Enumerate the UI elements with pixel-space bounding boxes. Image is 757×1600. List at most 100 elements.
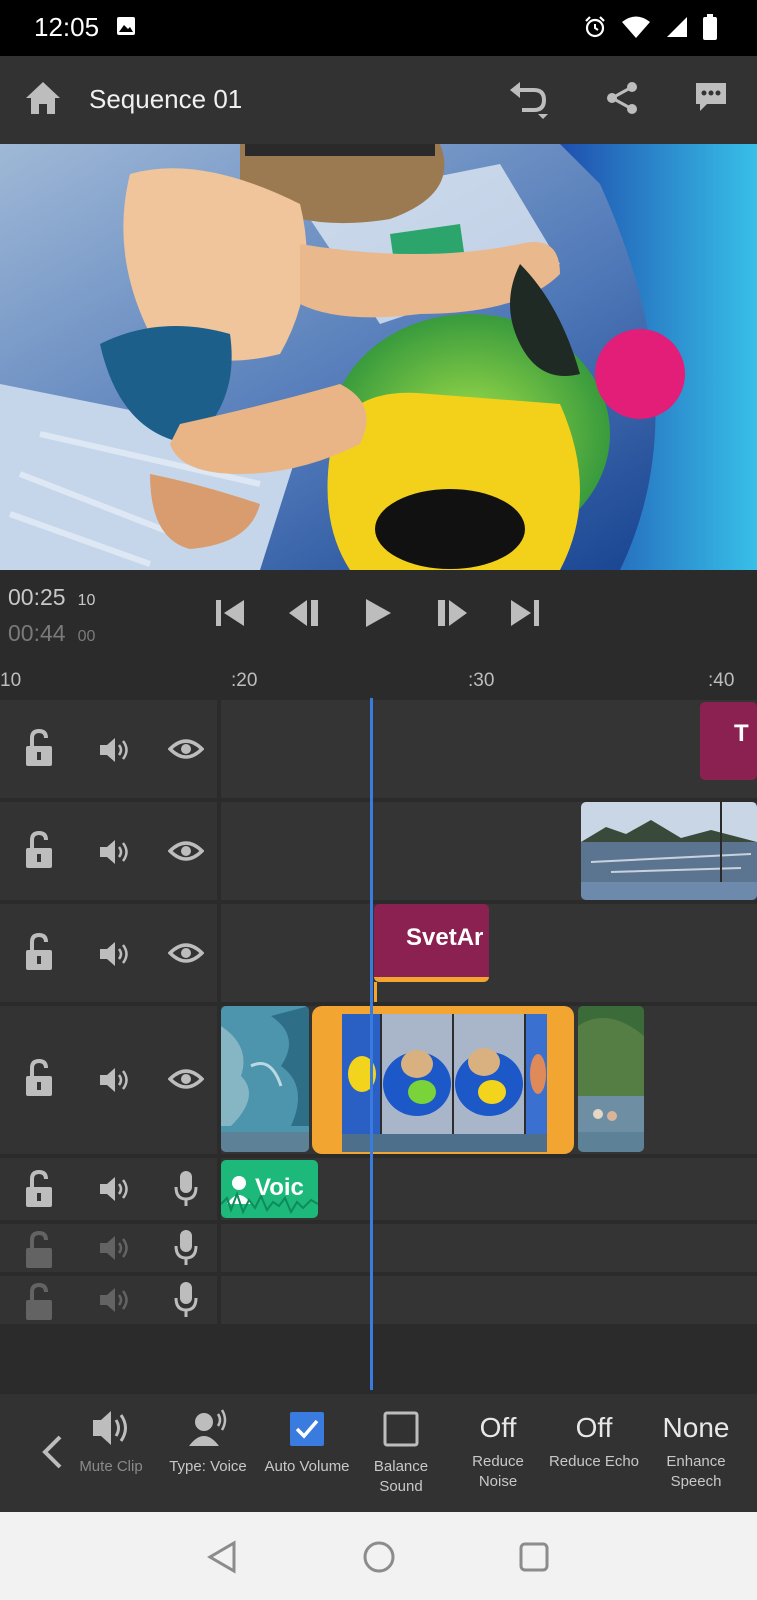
step-back-icon[interactable]	[287, 598, 321, 628]
nav-recents-icon[interactable]	[518, 1541, 550, 1573]
enhance-speech-button[interactable]: None Enhance Speech	[650, 1404, 742, 1492]
timeline-ruler[interactable]: 10 :20 :30 :40	[0, 652, 757, 698]
speaker-icon[interactable]	[98, 1066, 132, 1094]
microphone-icon[interactable]	[174, 1229, 198, 1267]
signal-icon	[667, 17, 687, 37]
track-lane-v4[interactable]: T	[221, 700, 757, 798]
eye-icon[interactable]	[168, 737, 204, 761]
checkbox-checked-icon	[290, 1412, 324, 1446]
alarm-icon	[585, 16, 605, 38]
speaker-icon[interactable]	[98, 1286, 132, 1314]
ruler-tick: 10	[0, 670, 22, 691]
eye-icon[interactable]	[168, 941, 204, 965]
title-link-line	[374, 982, 377, 1002]
status-bar: 12:05	[0, 0, 757, 56]
auto-volume-checkbox[interactable]: Auto Volume	[261, 1404, 353, 1477]
share-icon[interactable]	[604, 80, 640, 116]
eye-icon[interactable]	[168, 839, 204, 863]
track-lane-v1[interactable]	[221, 1006, 757, 1154]
sequence-title[interactable]: Sequence 01	[89, 84, 242, 115]
unlock-icon[interactable]	[24, 830, 54, 870]
unlock-icon[interactable]	[24, 1282, 54, 1322]
transport-controls: 00:25 10 00:44 00	[0, 570, 757, 652]
speaker-icon[interactable]	[98, 1175, 132, 1203]
speaker-icon	[93, 1411, 127, 1445]
auto-volume-label: Auto Volume	[264, 1458, 350, 1475]
ruler-tick: :20	[231, 670, 258, 691]
undo-icon[interactable]	[508, 80, 552, 120]
checkbox-empty-icon	[383, 1411, 419, 1447]
speaker-icon[interactable]	[98, 940, 132, 968]
balance-sound-checkbox[interactable]: Balance Sound	[355, 1404, 447, 1497]
step-forward-icon[interactable]	[435, 598, 469, 628]
image-notification-icon	[117, 17, 135, 35]
person-voice-icon	[189, 1409, 227, 1446]
unlock-icon[interactable]	[24, 1169, 54, 1209]
landscape-thumbnail	[581, 802, 757, 900]
balance-sound-label: Balance Sound	[373, 1458, 429, 1495]
skip-to-start-icon[interactable]	[214, 598, 246, 628]
comments-icon[interactable]	[693, 80, 729, 116]
track-lane-v3[interactable]	[221, 802, 757, 900]
track-lane-v2[interactable]: SvetAr	[221, 904, 757, 1002]
ruler-tick: :30	[468, 670, 495, 691]
selected-video-clip[interactable]	[312, 1006, 574, 1154]
type-voice-button[interactable]: Type: Voice	[162, 1404, 254, 1477]
nav-home-icon[interactable]	[362, 1540, 396, 1574]
current-time: 00:25	[8, 584, 66, 610]
current-frames: 10	[77, 592, 96, 609]
track-header-a2	[0, 1224, 217, 1272]
island-clip[interactable]	[578, 1006, 644, 1152]
speaker-icon[interactable]	[98, 1234, 132, 1262]
underwater-clip[interactable]	[221, 1006, 309, 1152]
preview-frame-image	[0, 144, 757, 570]
title-clip-svetar[interactable]: SvetAr	[374, 904, 489, 982]
video-preview[interactable]	[0, 144, 757, 570]
reduce-echo-label: Reduce Echo	[548, 1453, 640, 1470]
audio-toolbar: Mute Clip Type: Voice Auto Volume Balanc…	[0, 1394, 757, 1512]
mute-clip-label: Mute Clip	[79, 1458, 143, 1475]
unlock-icon[interactable]	[24, 932, 54, 972]
track-lane-a1[interactable]: Voic	[221, 1158, 757, 1220]
speaker-icon[interactable]	[98, 736, 132, 764]
status-time: 12:05	[34, 12, 100, 42]
speaker-icon[interactable]	[98, 838, 132, 866]
home-icon[interactable]	[24, 80, 62, 116]
track-header-v3	[0, 802, 217, 900]
track-header-a3	[0, 1276, 217, 1324]
unlock-icon[interactable]	[24, 728, 54, 768]
type-voice-label: Type: Voice	[169, 1458, 247, 1475]
duration-frames: 00	[77, 628, 96, 645]
battery-icon	[703, 14, 717, 40]
eye-icon[interactable]	[168, 1067, 204, 1091]
island-thumbnail	[578, 1006, 644, 1152]
duration-timecode: 00:44 00	[8, 620, 95, 647]
duration-time: 00:44	[8, 620, 66, 646]
track-lane-a2[interactable]	[221, 1224, 757, 1272]
play-icon[interactable]	[363, 598, 393, 628]
track-lane-a3[interactable]	[221, 1276, 757, 1324]
reduce-echo-button[interactable]: Off Reduce Echo	[548, 1404, 640, 1472]
unlock-icon[interactable]	[24, 1058, 54, 1098]
microphone-icon[interactable]	[174, 1281, 198, 1319]
system-nav-bar	[0, 1512, 757, 1600]
microphone-icon[interactable]	[174, 1170, 198, 1208]
voice-clip[interactable]: Voic	[221, 1160, 318, 1218]
landscape-clip[interactable]	[581, 802, 757, 900]
title-clip-label: T	[734, 720, 749, 747]
skip-to-end-icon[interactable]	[509, 598, 541, 628]
nav-back-icon[interactable]	[206, 1540, 238, 1574]
mute-clip-button[interactable]: Mute Clip	[65, 1404, 157, 1477]
unlock-icon[interactable]	[24, 1230, 54, 1270]
track-header-a1	[0, 1158, 217, 1220]
app-header: Sequence 01	[0, 56, 757, 144]
track-header-v2	[0, 904, 217, 1002]
track-header-v4	[0, 700, 217, 798]
back-chevron-icon[interactable]	[40, 1434, 64, 1470]
current-timecode: 00:25 10	[8, 584, 95, 611]
reduce-noise-label: Reduce Noise	[472, 1453, 524, 1490]
playhead[interactable]	[370, 698, 373, 1390]
reduce-noise-button[interactable]: Off Reduce Noise	[452, 1404, 544, 1492]
title-clip[interactable]: T	[700, 702, 757, 780]
underwater-thumbnail	[221, 1006, 309, 1152]
